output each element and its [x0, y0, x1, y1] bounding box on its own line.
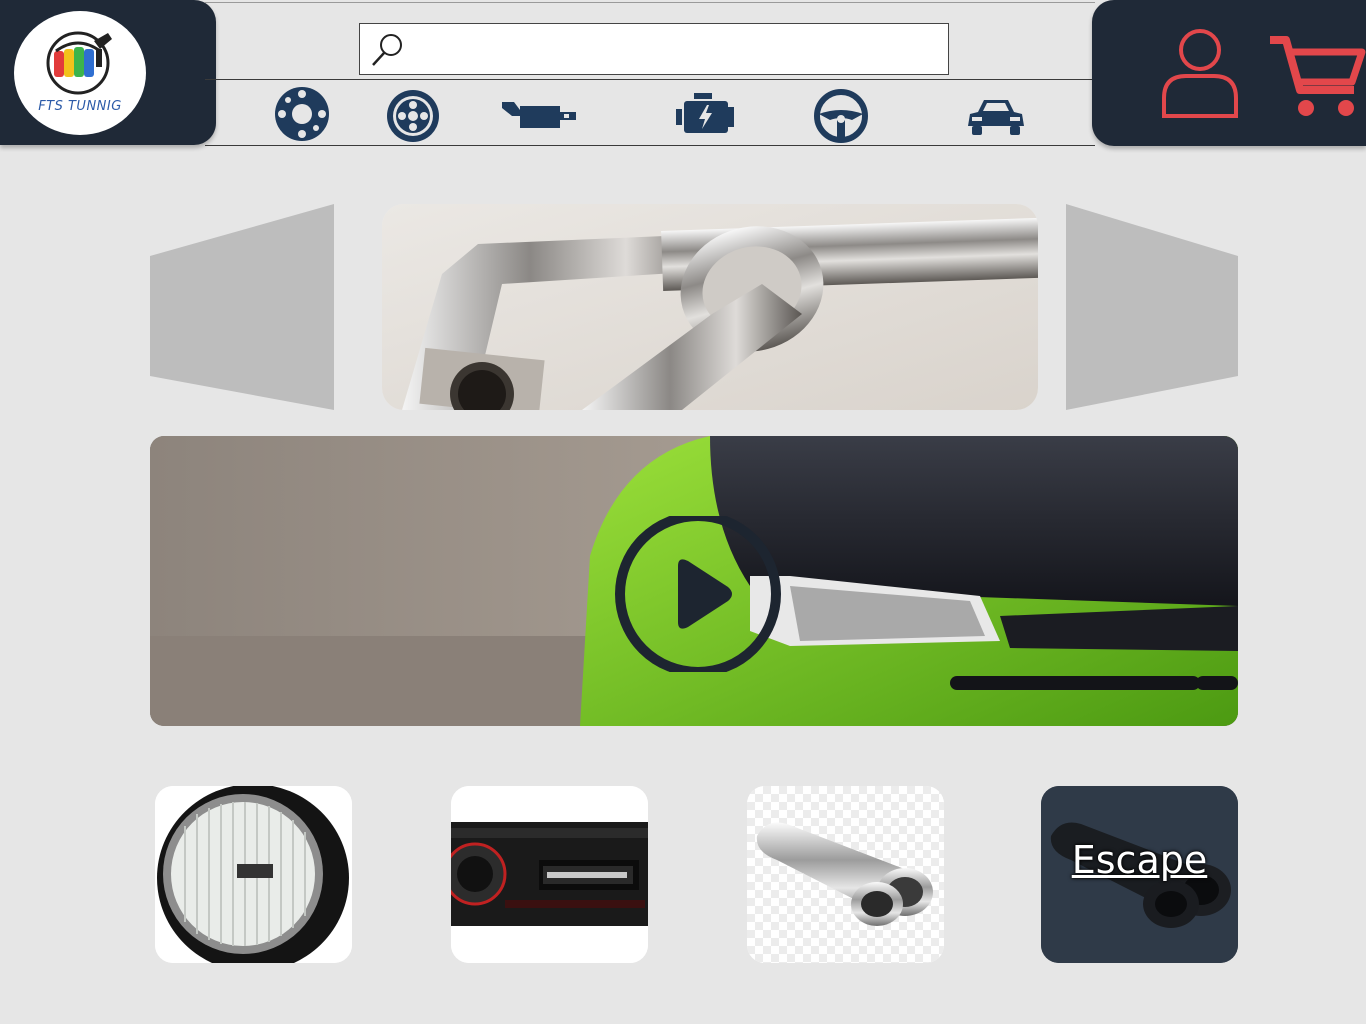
cart-icon[interactable] [1268, 34, 1366, 123]
divider [205, 2, 1095, 3]
exhaust-icon[interactable] [500, 96, 578, 137]
product-card-escape[interactable]: Escape [1041, 786, 1238, 963]
product-card-car-stereo[interactable] [451, 786, 648, 963]
car-icon[interactable] [966, 96, 1026, 143]
carousel-prev-button[interactable] [150, 204, 334, 410]
account-panel [1092, 0, 1366, 146]
brand-logo-mark [46, 31, 112, 95]
product-card-exhaust-tip[interactable] [747, 786, 944, 963]
brand-name: FTS TUNNIG [38, 99, 122, 114]
carousel-slide-exhaust[interactable] [382, 204, 1038, 410]
promo-video[interactable] [150, 436, 1238, 726]
wheel-rim-icon[interactable] [385, 86, 441, 149]
exhaust-tip-image [747, 786, 944, 963]
carousel-next-button[interactable] [1066, 204, 1238, 410]
steering-wheel-icon[interactable] [812, 86, 870, 149]
search-icon[interactable] [370, 30, 406, 73]
engine-icon[interactable] [676, 93, 734, 140]
product-card-fog-light[interactable] [155, 786, 352, 963]
car-stereo-image [451, 786, 648, 963]
user-icon[interactable] [1160, 28, 1240, 123]
product-label-escape[interactable]: Escape [1041, 838, 1238, 882]
logo-panel: FTS TUNNIG [0, 0, 216, 145]
divider [205, 79, 1095, 80]
fog-light-image [155, 786, 352, 963]
brand-logo[interactable]: FTS TUNNIG [14, 11, 146, 135]
search-bar[interactable] [359, 23, 949, 75]
play-button-icon[interactable] [612, 511, 784, 677]
brake-disc-icon[interactable] [272, 86, 332, 147]
search-input[interactable] [412, 32, 932, 66]
divider [205, 145, 1095, 146]
exhaust-system-image [382, 204, 1038, 410]
